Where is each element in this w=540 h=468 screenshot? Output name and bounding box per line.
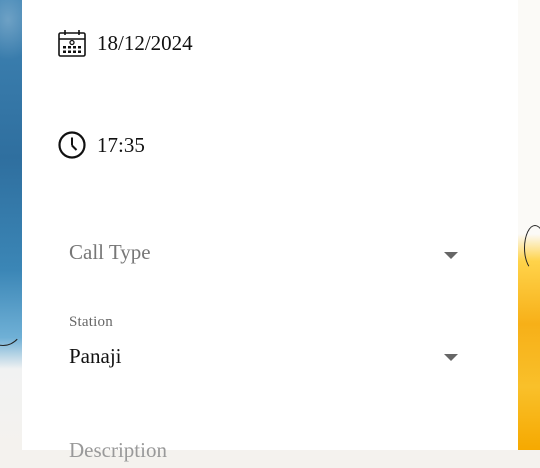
- station-dropdown[interactable]: Station Panaji: [68, 310, 462, 380]
- time-value: 17:35: [97, 132, 145, 157]
- station-label: Station: [69, 314, 113, 330]
- clock-icon: [56, 129, 88, 161]
- background-art-left: [0, 0, 24, 450]
- description-label: Description: [69, 438, 167, 462]
- calendar-icon: [56, 27, 88, 59]
- station-value: Panaji: [69, 344, 122, 368]
- form-panel: [22, 0, 518, 450]
- dropdown-arrow-icon: [444, 354, 458, 361]
- call-type-dropdown[interactable]: Call Type: [68, 228, 462, 284]
- date-picker[interactable]: 18/12/2024: [56, 27, 193, 59]
- call-type-placeholder: Call Type: [69, 240, 151, 264]
- description-field[interactable]: Description: [68, 428, 462, 468]
- dropdown-arrow-icon: [444, 252, 458, 259]
- date-value: 18/12/2024: [97, 30, 193, 55]
- time-picker[interactable]: 17:35: [56, 129, 145, 161]
- background-art-stroke-right: [524, 225, 540, 271]
